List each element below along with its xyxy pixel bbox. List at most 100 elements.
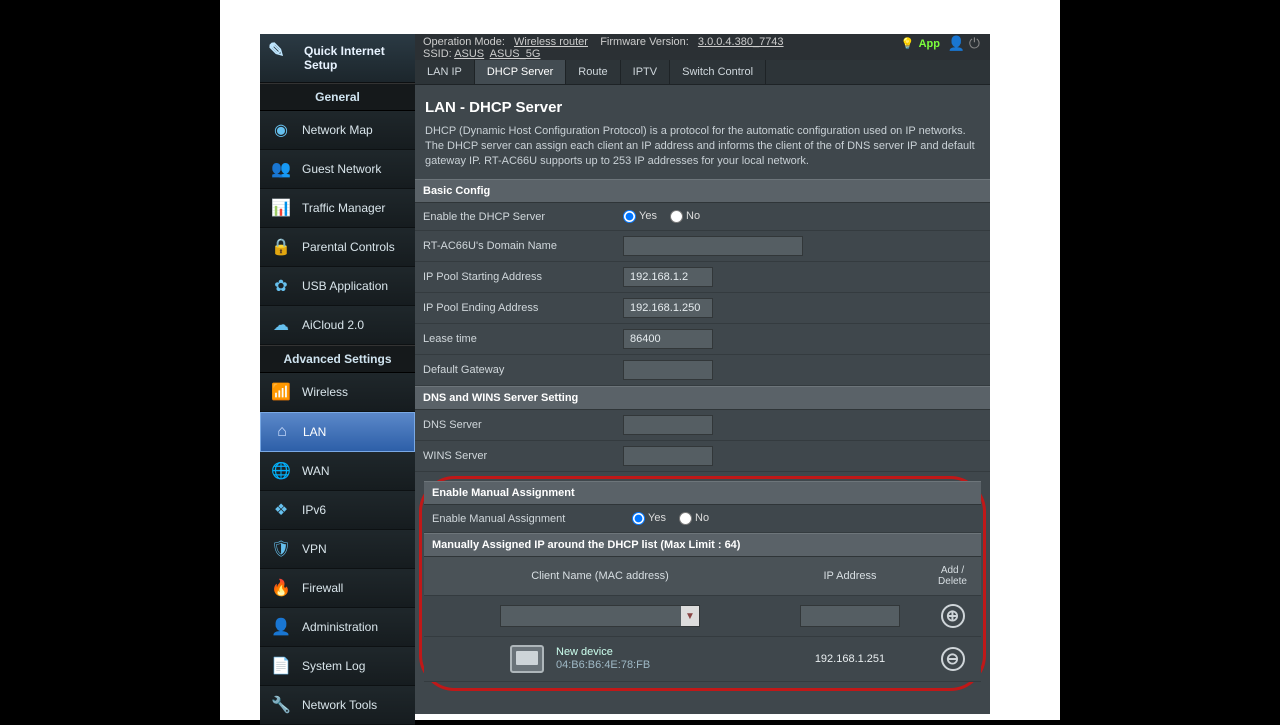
default-gateway-label: Default Gateway xyxy=(423,364,623,376)
sidebar-item-network-tools[interactable]: 🔧Network Tools xyxy=(260,686,415,725)
fw-label: Firmware Version: xyxy=(600,36,689,48)
sidebar-item-administration[interactable]: 👤Administration xyxy=(260,608,415,647)
sidebar-item-usb-application[interactable]: ✿USB Application xyxy=(260,267,415,306)
tab-switch-control[interactable]: Switch Control xyxy=(670,60,766,84)
enable-dhcp-label: Enable the DHCP Server xyxy=(423,211,623,223)
tab-lan-ip[interactable]: LAN IP xyxy=(415,60,475,84)
enable-dhcp-no[interactable]: No xyxy=(670,210,700,222)
page-title: LAN - DHCP Server xyxy=(415,85,990,124)
tab-bar: LAN IP DHCP Server Route IPTV Switch Con… xyxy=(415,60,990,85)
sidebar-item-vpn[interactable]: 🛡VPN xyxy=(260,530,415,569)
lock-icon: 🔒 xyxy=(270,236,292,258)
group-basic-config: Basic Config xyxy=(415,179,990,203)
ssid-1[interactable]: ASUS xyxy=(454,48,484,60)
client-mac-input[interactable] xyxy=(501,606,681,626)
globe-icon: ◉ xyxy=(270,119,292,141)
quick-internet-setup[interactable]: ✎ Quick Internet Setup xyxy=(260,34,415,83)
header-right-icons: 👤 ⏻ xyxy=(948,37,980,49)
sidebar-section-advanced: Advanced Settings xyxy=(260,345,415,373)
client-mac-dropdown[interactable]: ▼ xyxy=(500,605,700,627)
sidebar-item-wan[interactable]: 🌐WAN xyxy=(260,452,415,491)
wins-server-input[interactable] xyxy=(623,446,713,466)
traffic-icon: 📊 xyxy=(270,197,292,219)
tab-route[interactable]: Route xyxy=(566,60,620,84)
group-dns-wins: DNS and WINS Server Setting xyxy=(415,386,990,410)
sidebar-item-lan[interactable]: ⌂LAN xyxy=(260,412,415,452)
sidebar-item-guest-network[interactable]: 👥Guest Network xyxy=(260,150,415,189)
enable-manual-yes[interactable]: Yes xyxy=(632,512,666,524)
manual-assignment-highlight: Enable Manual Assignment Enable Manual A… xyxy=(419,476,986,691)
delete-row-button[interactable]: ⊖ xyxy=(941,647,965,671)
sidebar-item-system-log[interactable]: 📄System Log xyxy=(260,647,415,686)
default-gateway-input[interactable] xyxy=(623,360,713,380)
tab-dhcp-server[interactable]: DHCP Server xyxy=(475,60,566,84)
device-ip: 192.168.1.251 xyxy=(770,653,930,665)
sidebar-item-traffic-manager[interactable]: 📊Traffic Manager xyxy=(260,189,415,228)
tab-iptv[interactable]: IPTV xyxy=(621,60,670,84)
sidebar-item-parental-controls[interactable]: 🔒Parental Controls xyxy=(260,228,415,267)
add-row-button[interactable]: ⊕ xyxy=(941,604,965,628)
col-ip-header: IP Address xyxy=(770,570,930,582)
lease-time-label: Lease time xyxy=(423,333,623,345)
people-icon: 👥 xyxy=(270,158,292,180)
ipv6-icon: ❖ xyxy=(270,499,292,521)
enable-manual-label: Enable Manual Assignment xyxy=(432,513,632,525)
pool-end-label: IP Pool Ending Address xyxy=(423,302,623,314)
dns-server-input[interactable] xyxy=(623,415,713,435)
pool-start-label: IP Pool Starting Address xyxy=(423,271,623,283)
sidebar-item-wireless[interactable]: 📶Wireless xyxy=(260,373,415,412)
wand-icon: ✎ xyxy=(268,44,292,68)
sidebar-item-firewall[interactable]: 🔥Firewall xyxy=(260,569,415,608)
app-badge[interactable]: 💡App xyxy=(901,38,940,50)
enable-dhcp-no-radio[interactable] xyxy=(670,210,683,223)
enable-manual-yes-radio[interactable] xyxy=(632,512,645,525)
col-client-header: Client Name (MAC address) xyxy=(430,570,770,582)
device-name: New device xyxy=(556,646,650,659)
lease-time-input[interactable] xyxy=(623,329,713,349)
pool-end-input[interactable] xyxy=(623,298,713,318)
manual-table-header: Client Name (MAC address) IP Address Add… xyxy=(424,557,981,596)
bulb-icon: 💡 xyxy=(901,38,915,50)
enable-dhcp-yes-radio[interactable] xyxy=(623,210,636,223)
col-action-header: Add / Delete xyxy=(930,565,975,587)
op-mode-label: Operation Mode: xyxy=(423,36,505,48)
enable-dhcp-yes[interactable]: Yes xyxy=(623,210,657,222)
op-mode-value[interactable]: Wireless router xyxy=(514,36,588,48)
fw-value[interactable]: 3.0.0.4.380_7743 xyxy=(698,36,784,48)
dropdown-arrow-icon[interactable]: ▼ xyxy=(681,606,699,626)
vpn-icon: 🛡 xyxy=(270,538,292,560)
globe2-icon: 🌐 xyxy=(270,460,292,482)
tools-icon: 🔧 xyxy=(270,694,292,716)
qis-line1: Quick Internet xyxy=(304,44,385,58)
manual-new-row: ▼ ⊕ xyxy=(424,596,981,637)
log-icon: 📄 xyxy=(270,655,292,677)
home-icon: ⌂ xyxy=(271,421,293,443)
qis-line2: Setup xyxy=(304,58,337,72)
ssid-2[interactable]: ASUS_5G xyxy=(490,48,541,60)
enable-manual-no-radio[interactable] xyxy=(679,512,692,525)
cloud-icon: ☁ xyxy=(270,314,292,336)
dns-server-label: DNS Server xyxy=(423,419,623,431)
ssid-label: SSID: xyxy=(423,48,452,60)
wifi-icon: 📶 xyxy=(270,381,292,403)
content-panel: LAN IP DHCP Server Route IPTV Switch Con… xyxy=(415,60,990,714)
pool-start-input[interactable] xyxy=(623,267,713,287)
domain-name-label: RT-AC66U's Domain Name xyxy=(423,240,623,252)
enable-manual-no[interactable]: No xyxy=(679,512,709,524)
sidebar-item-network-map[interactable]: ◉Network Map xyxy=(260,111,415,150)
admin-icon: 👤 xyxy=(270,616,292,638)
group-enable-manual: Enable Manual Assignment xyxy=(424,481,981,505)
sidebar: ✎ Quick Internet Setup General ◉Network … xyxy=(260,34,415,714)
sidebar-section-general: General xyxy=(260,83,415,111)
device-icon xyxy=(510,645,544,673)
group-manual-list: Manually Assigned IP around the DHCP lis… xyxy=(424,533,981,557)
sidebar-item-aicloud[interactable]: ☁AiCloud 2.0 xyxy=(260,306,415,345)
wins-server-label: WINS Server xyxy=(423,450,623,462)
domain-name-input[interactable] xyxy=(623,236,803,256)
header-bar: Operation Mode: Wireless router Firmware… xyxy=(415,34,990,60)
device-mac: 04:B6:B6:4E:78:FB xyxy=(556,659,650,672)
firewall-icon: 🔥 xyxy=(270,577,292,599)
sidebar-item-ipv6[interactable]: ❖IPv6 xyxy=(260,491,415,530)
manual-device-row: New device 04:B6:B6:4E:78:FB 192.168.1.2… xyxy=(424,637,981,682)
new-ip-input[interactable] xyxy=(800,605,900,627)
